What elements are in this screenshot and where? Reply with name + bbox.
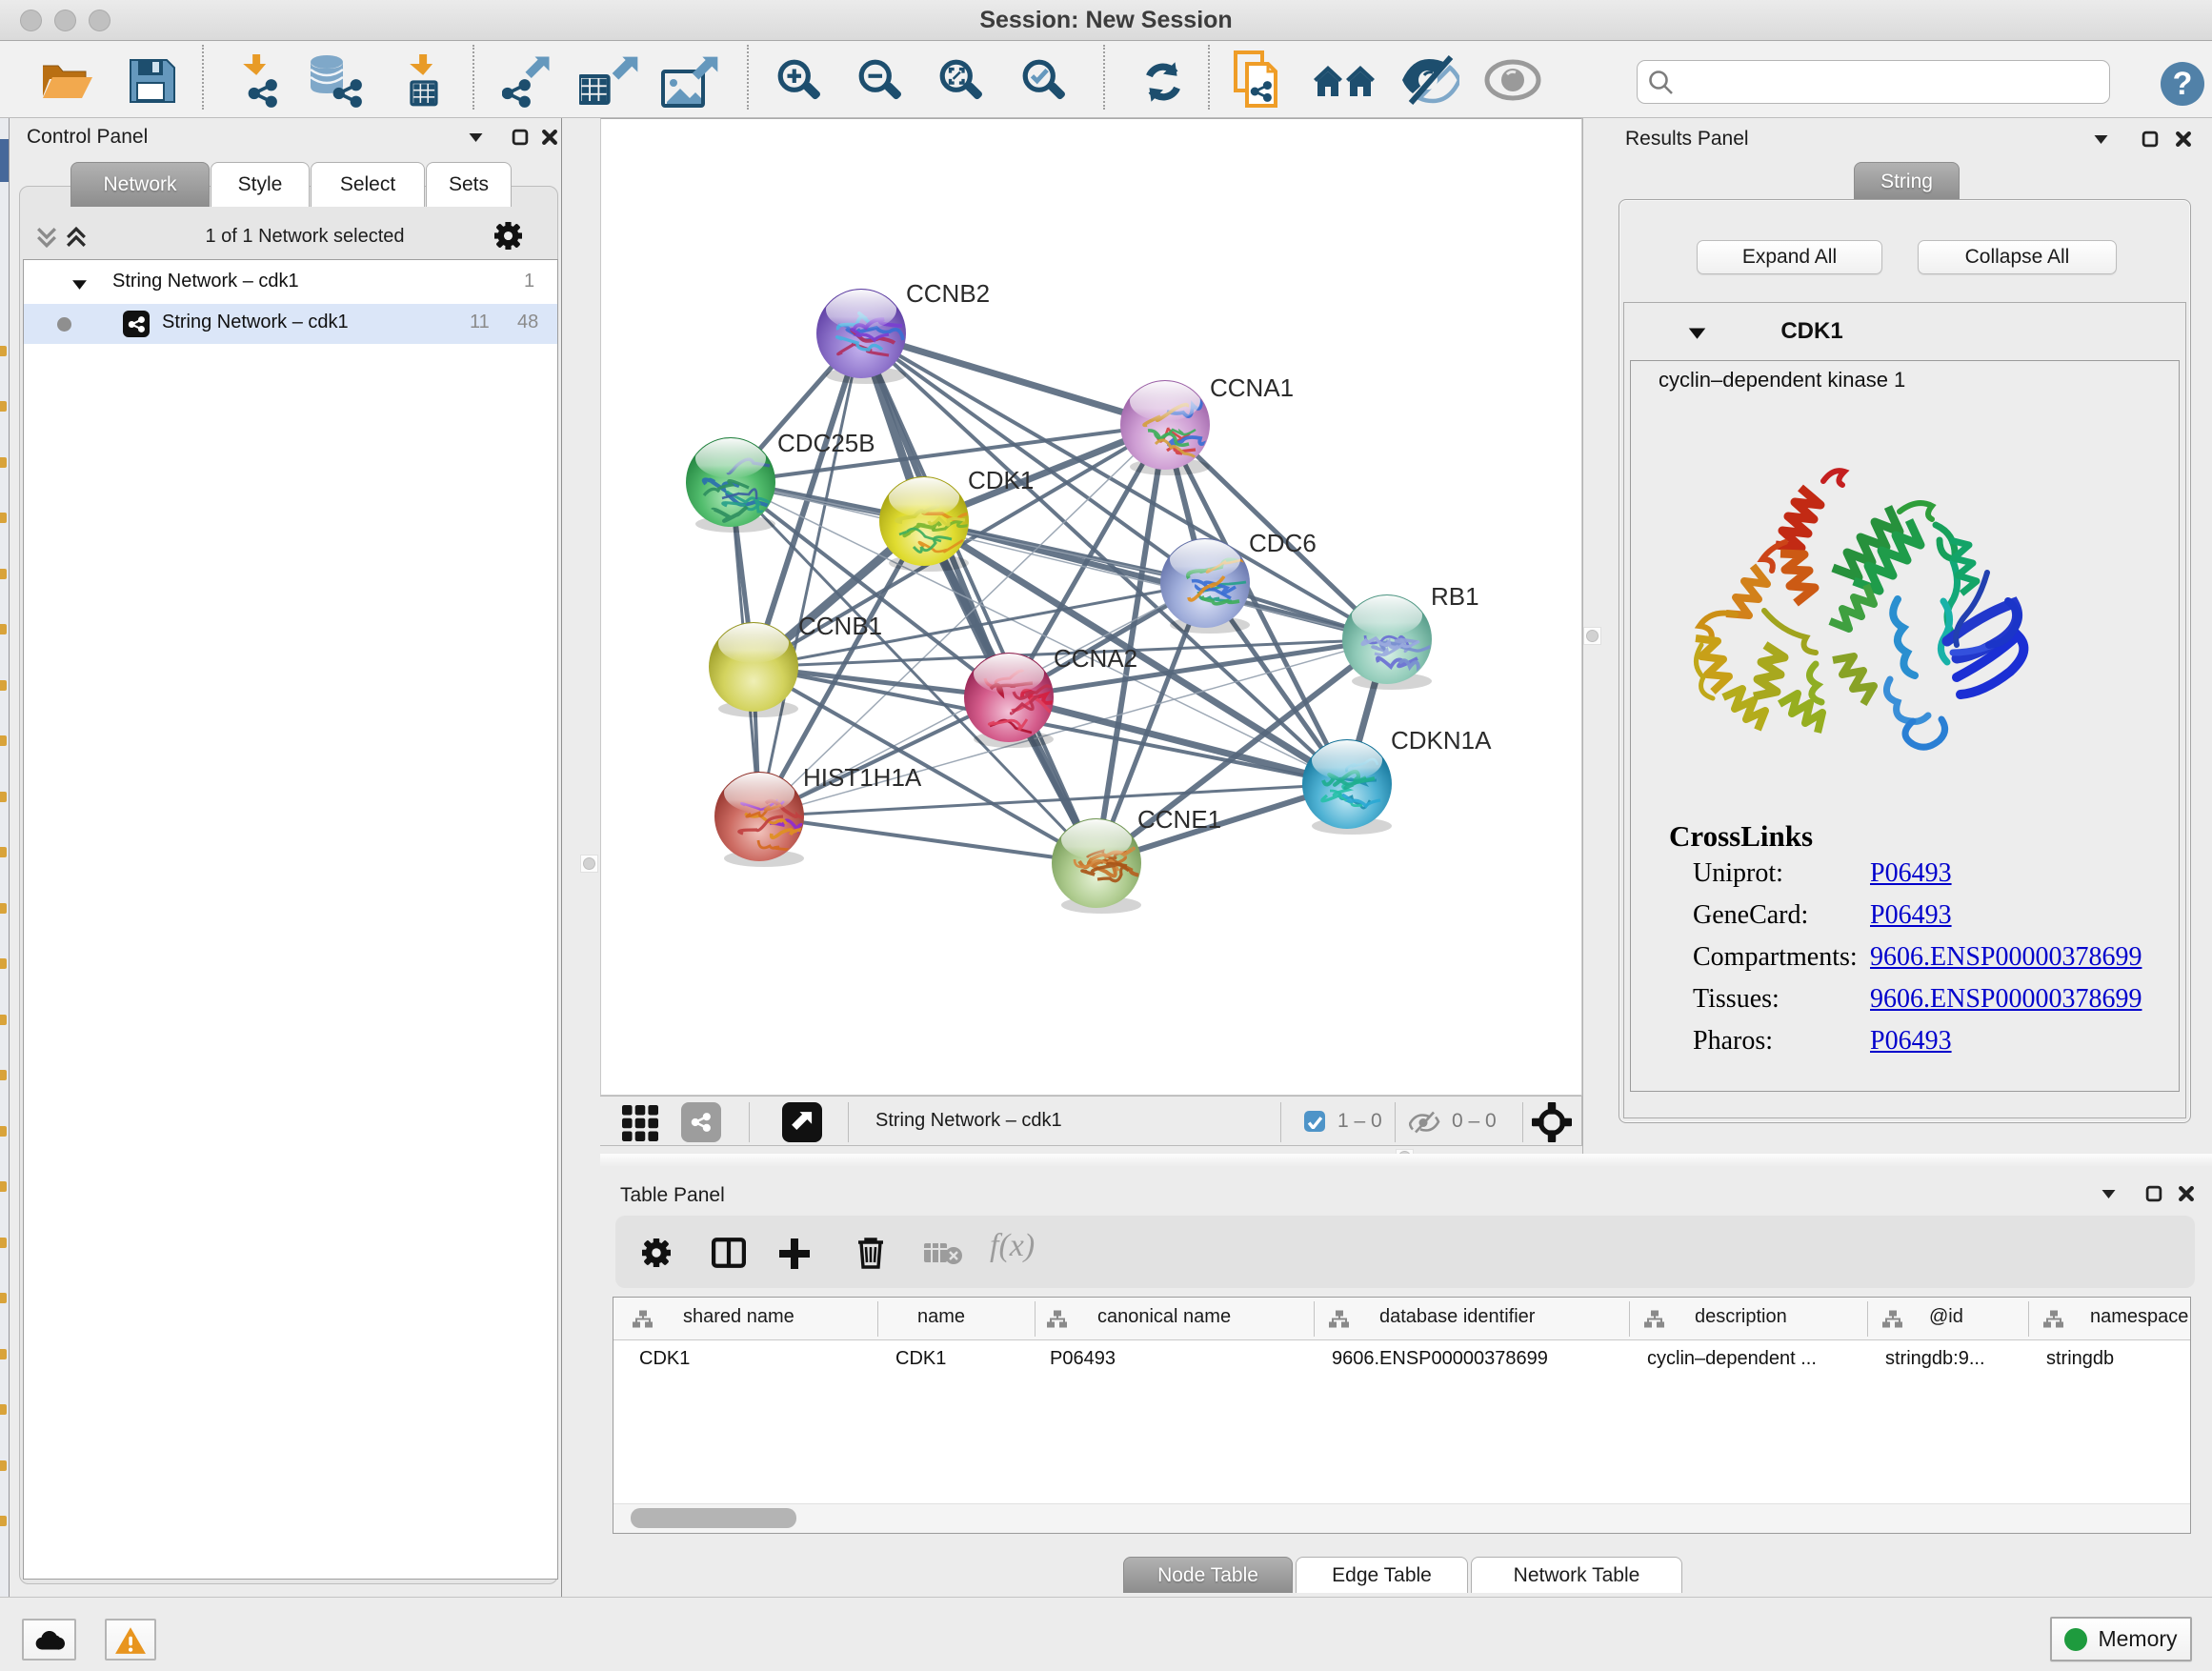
svg-text:RB1: RB1	[1431, 582, 1479, 611]
svg-text:CCNA1: CCNA1	[1210, 373, 1294, 402]
svg-text:CCNB2: CCNB2	[906, 279, 990, 308]
svg-text:CDC6: CDC6	[1249, 529, 1317, 557]
svg-text:CCNB1: CCNB1	[798, 612, 882, 640]
svg-text:CCNE1: CCNE1	[1137, 805, 1221, 834]
svg-text:CDK1: CDK1	[968, 466, 1034, 494]
svg-text:CDC25B: CDC25B	[777, 429, 875, 457]
svg-text:CDKN1A: CDKN1A	[1391, 726, 1492, 755]
svg-text:HIST1H1A: HIST1H1A	[803, 763, 922, 792]
svg-text:CCNA2: CCNA2	[1054, 644, 1137, 673]
